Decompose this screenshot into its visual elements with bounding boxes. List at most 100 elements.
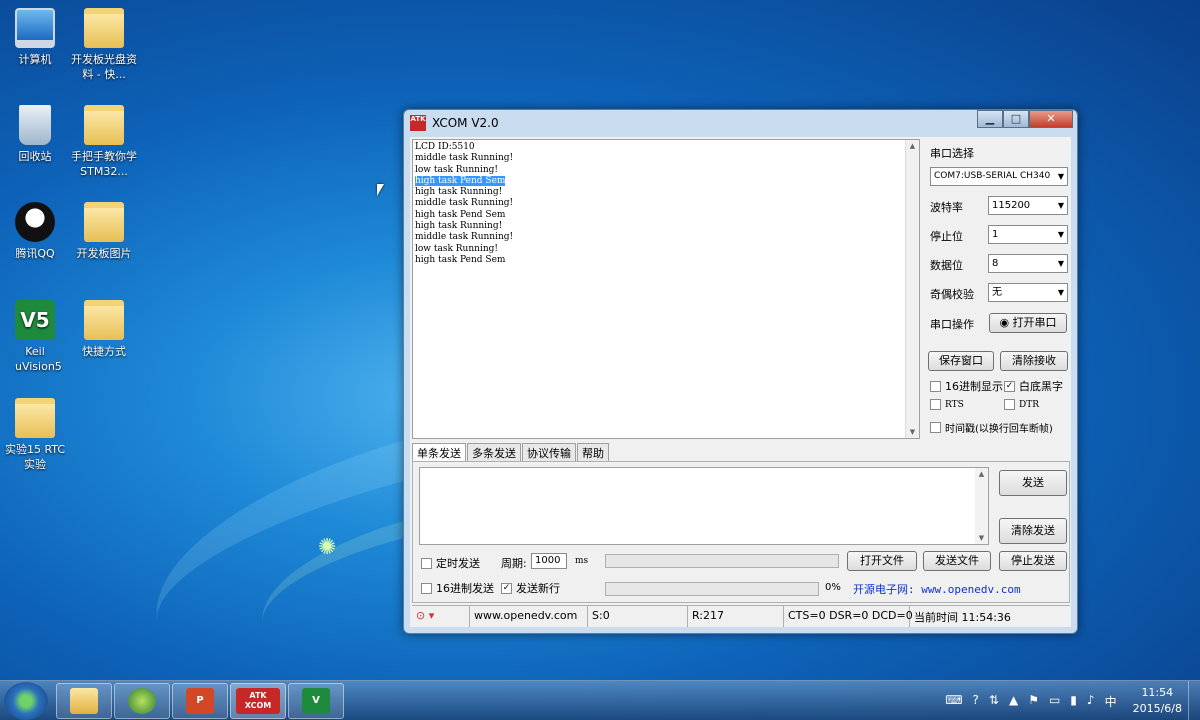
baud-select[interactable]: 115200 ▼ (988, 196, 1068, 215)
minimize-button[interactable]: ▁ (977, 110, 1003, 128)
monitor-icon[interactable]: ▭ (1049, 693, 1060, 710)
folder-icon (84, 105, 124, 145)
period-unit: ms (575, 556, 589, 566)
status-received: R:217 (688, 606, 784, 627)
receive-line: high task Running! (415, 187, 503, 198)
receive-line: low task Running! (415, 164, 498, 175)
baud-label: 波特率 (930, 201, 963, 214)
white-bg-checkbox[interactable]: ✓ 白底黑字 (1004, 378, 1063, 394)
open-file-button[interactable]: 打开文件 (847, 551, 917, 571)
desktop-icon-computer[interactable]: 计算机 (0, 8, 70, 67)
show-hidden-icon[interactable]: ▲ (1009, 693, 1018, 710)
clear-receive-button[interactable]: 清除接收 (1000, 351, 1068, 371)
newline-checkbox[interactable]: ✓ 发送新行 (501, 580, 560, 596)
site-link[interactable]: 开源电子网: www.openedv.com (853, 581, 1021, 597)
desktop-icon-board-pictures[interactable]: 开发板图片 (69, 202, 139, 261)
desktop-icon-rtc-folder[interactable]: 实验15 RTC实验 (0, 398, 70, 472)
ime-icon[interactable]: 中 (1105, 693, 1117, 710)
scroll-down-icon[interactable]: ▼ (906, 428, 919, 436)
hex-display-checkbox[interactable]: 16进制显示 (930, 378, 1003, 394)
send-scrollbar[interactable]: ▲ ▼ (975, 468, 988, 544)
receive-scrollbar[interactable]: ▲ ▼ (905, 140, 919, 438)
receive-line: middle task Running! (415, 198, 514, 209)
checkbox-icon (930, 380, 941, 392)
stop-bits-select[interactable]: 1 ▼ (988, 225, 1068, 244)
send-button[interactable]: 发送 (999, 470, 1067, 496)
file-path-field[interactable] (605, 554, 839, 568)
window-title: XCOM V2.0 (432, 116, 499, 130)
dtr-checkbox[interactable]: DTR (1004, 399, 1039, 410)
status-bar: ⊙ ▾ www.openedv.com S:0 R:217 CTS=0 DSR=… (412, 605, 1070, 627)
action-center-icon[interactable]: ⚑ (1028, 693, 1039, 710)
chevron-down-icon: ▼ (1057, 201, 1064, 210)
tab-protocol[interactable]: 协议传输 (522, 443, 576, 461)
desktop-icon-recycle-bin[interactable]: 回收站 (0, 105, 70, 164)
port-op-label: 串口操作 (930, 318, 974, 331)
checkbox-icon (421, 557, 432, 569)
checkbox-icon (421, 582, 432, 594)
send-file-button[interactable]: 发送文件 (923, 551, 991, 571)
folder-icon (84, 8, 124, 48)
keil-icon: V (302, 687, 330, 714)
send-input[interactable]: ▲ ▼ (419, 467, 989, 545)
powerpoint-icon: P (186, 687, 214, 714)
chevron-down-icon: ▼ (1057, 172, 1064, 181)
show-desktop-button[interactable] (1188, 681, 1200, 720)
stop-send-button[interactable]: 停止发送 (999, 551, 1067, 571)
desktop-icon-cd-folder[interactable]: 开发板光盘资料 - 快... (69, 8, 139, 82)
tab-help[interactable]: 帮助 (577, 443, 609, 461)
open-port-button[interactable]: ◉ 打开串口 (989, 313, 1067, 333)
parity-label: 奇偶校验 (930, 288, 974, 301)
period-input[interactable]: 1000 (531, 553, 567, 569)
atk-logo-icon: ATK (410, 115, 426, 131)
desktop-icon-shortcut[interactable]: 快捷方式 (69, 300, 139, 359)
taskbar-xcom[interactable]: ATK XCOM (230, 682, 286, 719)
checkbox-icon (930, 399, 941, 410)
taskbar-app-green[interactable] (114, 682, 170, 719)
computer-icon (15, 8, 55, 48)
volume-icon[interactable]: ♪ (1087, 693, 1095, 710)
status-time: 当前时间 11:54:36 (914, 611, 1011, 624)
tab-multi-send[interactable]: 多条发送 (467, 443, 521, 461)
port-select-label: 串口选择 (930, 147, 974, 160)
keyboard-icon[interactable]: ⌨ (945, 693, 962, 710)
receive-line: low task Running! (415, 243, 498, 254)
mouse-cursor-icon (377, 184, 384, 196)
rts-checkbox[interactable]: RTS (930, 399, 964, 410)
desktop-icon-qq[interactable]: 腾讯QQ (0, 202, 70, 261)
clock[interactable]: 11:54 2015/6/8 (1133, 685, 1182, 717)
scroll-up-icon[interactable]: ▲ (906, 142, 919, 150)
maximize-button[interactable]: □ (1003, 110, 1029, 128)
send-progress-bar (605, 582, 819, 596)
desktop-icon-stm32-folder[interactable]: 手把手教你学STM32... (69, 105, 139, 179)
taskbar-keil[interactable]: V (288, 682, 344, 719)
desktop-icon-keil[interactable]: V5 Keil uVision5 (0, 300, 70, 374)
app-icon (128, 687, 156, 714)
status-lines: CTS=0 DSR=0 DCD=0 (784, 606, 913, 627)
send-tabs: 单条发送 多条发送 协议传输 帮助 (412, 443, 610, 461)
hex-send-checkbox[interactable]: 16进制发送 (421, 580, 494, 596)
status-menu-icon[interactable]: ⊙ ▾ (412, 606, 470, 627)
receive-area[interactable]: LCD ID:5510 middle task Running! low task … (412, 139, 920, 439)
help-icon[interactable]: ? (973, 693, 979, 710)
folder-icon (15, 398, 55, 438)
clear-send-button[interactable]: 清除发送 (999, 518, 1067, 544)
receive-line: middle task Running! (415, 153, 514, 164)
taskbar-powerpoint[interactable]: P (172, 682, 228, 719)
chevron-down-icon: ▼ (1057, 259, 1064, 268)
port-select[interactable]: COM7:USB-SERIAL CH340 ▼ (930, 167, 1068, 186)
save-window-button[interactable]: 保存窗口 (928, 351, 994, 371)
signal-icon[interactable]: ▮ (1070, 693, 1077, 710)
timed-send-checkbox[interactable]: 定时发送 (421, 555, 480, 571)
close-button[interactable]: ✕ (1029, 110, 1073, 128)
data-bits-select[interactable]: 8 ▼ (988, 254, 1068, 273)
network-tray-icon[interactable]: ⇅ (989, 693, 999, 710)
atk-xcom-icon: ATK XCOM (236, 687, 280, 714)
status-sent: S:0 (588, 606, 688, 627)
tab-single-send[interactable]: 单条发送 (412, 443, 466, 461)
timestamp-checkbox[interactable]: 时间戳(以换行回车断帧) (930, 420, 1053, 435)
parity-select[interactable]: 无 ▼ (988, 283, 1068, 302)
status-url[interactable]: www.openedv.com (470, 606, 588, 627)
taskbar-explorer[interactable] (56, 682, 112, 719)
start-button[interactable] (4, 681, 48, 720)
